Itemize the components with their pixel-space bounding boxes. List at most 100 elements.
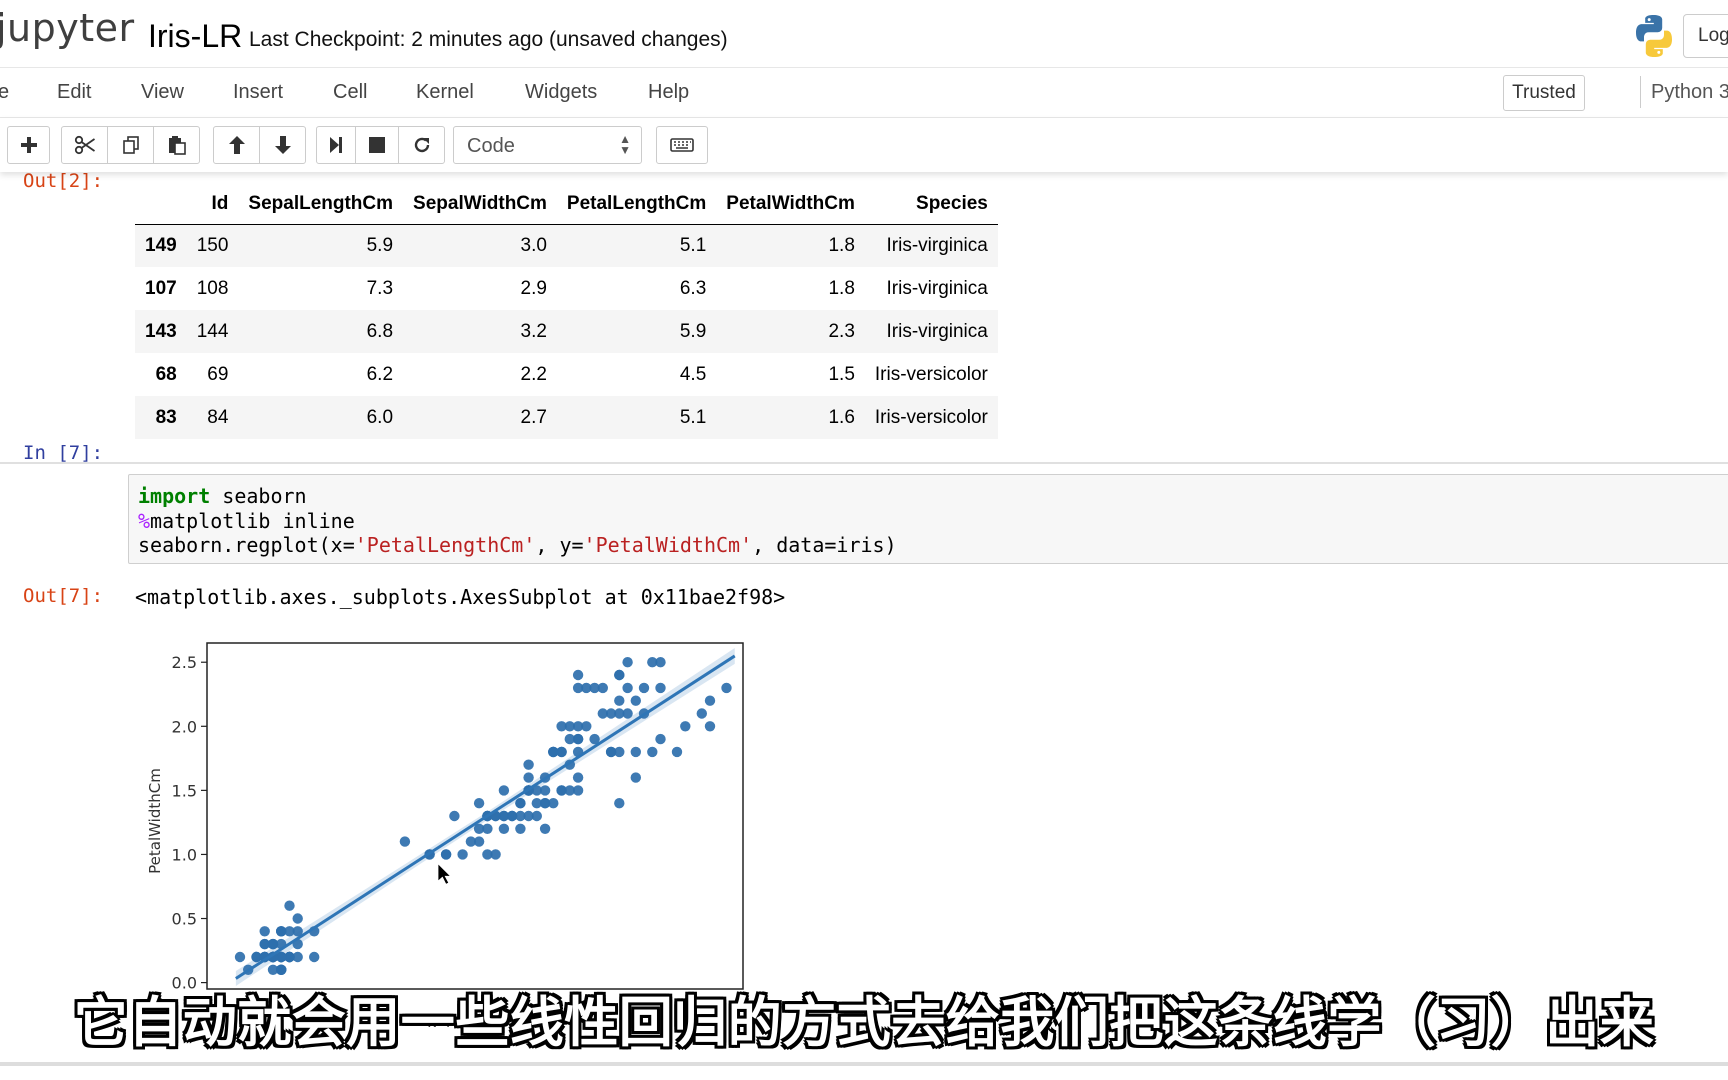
scatter-point xyxy=(523,772,534,783)
table-cell: 6.0 xyxy=(366,406,394,428)
scatter-point xyxy=(581,721,592,732)
scatter-point xyxy=(647,746,658,758)
code-string: 'PetalWidthCm' xyxy=(583,533,753,557)
table-cell: 4.5 xyxy=(679,363,707,385)
scatter-point xyxy=(465,836,477,847)
trusted-indicator[interactable]: Trusted xyxy=(1503,75,1585,111)
plus-icon xyxy=(20,137,37,153)
code-text: seaborn xyxy=(210,484,307,508)
scatter-point xyxy=(556,721,567,732)
scatter-point xyxy=(506,810,518,822)
table-row: 83 84 6.0 2.7 5.1 1.6 Iris-versicolor xyxy=(135,396,998,439)
code-input-area[interactable]: import seaborn %matplotlib inline seabor… xyxy=(128,474,1728,564)
menu-file[interactable]: e xyxy=(0,81,9,104)
header: jupyter Iris-LR Last Checkpoint: 2 minut… xyxy=(0,0,1728,68)
table-cell: 143 xyxy=(145,320,177,342)
cell-type-select[interactable]: Code ▲ ▼ xyxy=(453,126,642,164)
table-cell: 3.2 xyxy=(520,320,547,342)
scatter-point xyxy=(630,746,641,758)
table-cell: 6.2 xyxy=(366,363,394,385)
notebook-area: Out[2]: Id SepalLengthCm SepalWidthCm Pe… xyxy=(0,172,1728,1080)
python-logo-icon xyxy=(1636,15,1672,57)
logout-button[interactable]: Log xyxy=(1683,14,1728,58)
table-cell: 84 xyxy=(207,406,229,428)
plot-marks: 0.00.51.01.52.02.5PetalWidthCmPeta xyxy=(146,642,744,1027)
output-text: <matplotlib.axes._subplots.AxesSubplot a… xyxy=(135,585,786,609)
move-down-button[interactable] xyxy=(259,126,306,164)
menu-view[interactable]: View xyxy=(141,81,184,104)
scatter-point xyxy=(721,682,732,694)
menu-help[interactable]: Help xyxy=(648,81,689,104)
scatter-point xyxy=(440,849,452,860)
jupyter-logo[interactable]: jupyter xyxy=(0,6,135,50)
code-text: , y= xyxy=(535,533,584,557)
scatter-point xyxy=(482,823,493,834)
code-text: seaborn.regplot(x= xyxy=(138,533,355,557)
table-cell: 1.8 xyxy=(828,234,855,256)
table-cell: 5.1 xyxy=(679,234,707,256)
paste-button[interactable] xyxy=(153,126,200,164)
column-header: PetalLengthCm xyxy=(556,184,717,225)
restart-kernel-button[interactable] xyxy=(398,126,445,164)
scatter-point xyxy=(622,682,633,694)
interrupt-kernel-button[interactable] xyxy=(355,126,399,164)
column-header: Species xyxy=(864,184,998,225)
copy-icon xyxy=(122,136,139,154)
step-forward-icon xyxy=(330,137,342,153)
table-row: 143 144 6.8 3.2 5.9 2.3 Iris-virginica xyxy=(135,310,998,353)
move-up-button[interactable] xyxy=(213,126,260,164)
column-header: SepalWidthCm xyxy=(403,184,557,225)
kernel-name[interactable]: Python 3 xyxy=(1651,81,1728,104)
insert-cell-button[interactable] xyxy=(7,126,50,164)
scatter-point xyxy=(548,798,559,809)
table-cell: 68 xyxy=(155,363,177,385)
scatter-point xyxy=(399,836,411,847)
scatter-point xyxy=(630,772,641,783)
scatter-point xyxy=(498,785,510,796)
menu-edit[interactable]: Edit xyxy=(57,81,91,104)
notebook-name[interactable]: Iris-LR xyxy=(148,18,242,55)
scatter-point xyxy=(572,669,584,681)
command-palette-button[interactable] xyxy=(656,126,708,164)
scatter-point xyxy=(490,849,501,860)
y-tick-label: 2.5 xyxy=(172,653,197,672)
table-cell: 6.3 xyxy=(679,277,707,299)
cut-button[interactable] xyxy=(61,126,108,164)
menu-kernel[interactable]: Kernel xyxy=(416,81,474,104)
regplot-chart: 0.00.51.01.52.02.5PetalWidthCmPeta xyxy=(146,642,744,1027)
scatter-point xyxy=(696,708,707,719)
scatter-point xyxy=(449,810,460,822)
code-text: matplotlib inline xyxy=(150,508,355,533)
table-cell: Iris-versicolor xyxy=(874,406,988,428)
table-cell: 107 xyxy=(145,277,177,299)
code-string: 'PetalLengthCm' xyxy=(354,533,536,557)
scatter-point xyxy=(539,785,551,796)
select-arrows-icon: ▲ ▼ xyxy=(619,132,631,157)
table-cell: 150 xyxy=(196,234,229,256)
scatter-point xyxy=(605,746,617,758)
y-tick-label: 0.5 xyxy=(172,910,197,929)
scissors-icon xyxy=(74,135,95,155)
copy-button[interactable] xyxy=(107,126,154,164)
table-cell: Iris-versicolor xyxy=(874,363,988,385)
scatter-point xyxy=(638,682,650,694)
y-tick-label: 2.0 xyxy=(172,717,197,736)
run-cell-button[interactable] xyxy=(316,126,356,164)
keyboard-icon xyxy=(670,138,694,152)
refresh-icon xyxy=(414,137,429,153)
scatter-point xyxy=(597,682,608,694)
scatter-point xyxy=(548,746,559,758)
table-cell: Iris-virginica xyxy=(886,320,988,342)
scatter-point xyxy=(630,695,641,706)
scatter-point xyxy=(515,823,526,834)
menu-cell[interactable]: Cell xyxy=(333,81,367,104)
y-tick-label: 1.0 xyxy=(172,845,197,864)
scatter-point xyxy=(523,759,534,770)
table-row: 68 69 6.2 2.2 4.5 1.5 Iris-versicolor xyxy=(135,353,998,396)
table-cell: 5.9 xyxy=(366,234,394,256)
table-row: 149 150 5.9 3.0 5.1 1.8 Iris-virginica xyxy=(135,224,998,267)
arrow-down-icon xyxy=(274,136,291,154)
menu-insert[interactable]: Insert xyxy=(233,81,283,104)
scatter-point xyxy=(671,746,683,758)
menu-widgets[interactable]: Widgets xyxy=(525,81,597,104)
